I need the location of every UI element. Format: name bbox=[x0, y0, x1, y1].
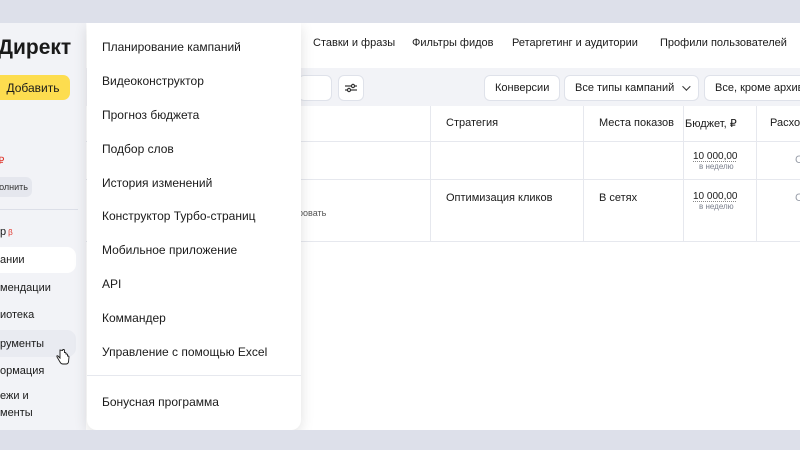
search-input[interactable] bbox=[298, 75, 332, 101]
conversions-filter[interactable]: Конверсии bbox=[484, 75, 561, 101]
filter-settings-button[interactable] bbox=[338, 75, 364, 101]
left-sidebar: Директ Добавить ₽ олнить рβ ании мендаци… bbox=[0, 23, 86, 430]
menu-item-campaign-planning[interactable]: Планирование кампаний bbox=[102, 40, 241, 54]
column-divider bbox=[756, 106, 757, 242]
sidebar-item-campaigns[interactable]: ании bbox=[0, 247, 76, 273]
budget-value: 10 000,00 bbox=[693, 151, 738, 162]
budget-cell[interactable]: 10 000,00 в неделю bbox=[693, 191, 738, 211]
column-spend[interactable]: Расхо bbox=[770, 117, 800, 129]
chip-label: Все типы кампаний bbox=[575, 82, 675, 94]
sidebar-item-payments-line2[interactable]: менты bbox=[0, 405, 76, 421]
column-strategy[interactable]: Стратегия bbox=[446, 117, 498, 129]
sidebar-item-label: иотека bbox=[0, 309, 35, 321]
sidebar-item-label: мендации bbox=[0, 282, 51, 294]
column-divider bbox=[430, 106, 431, 242]
spend-cell: С bbox=[795, 154, 800, 166]
chip-label: Конверсии bbox=[495, 82, 550, 94]
sidebar-item-library[interactable]: иотека bbox=[0, 304, 76, 326]
app-window: Директ Добавить ₽ олнить рβ ании мендаци… bbox=[0, 23, 800, 430]
menu-item-bonus-program[interactable]: Бонусная программа bbox=[102, 395, 219, 409]
menu-item-change-history[interactable]: История изменений bbox=[102, 176, 212, 190]
menu-item-mobile-app[interactable]: Мобильное приложение bbox=[102, 243, 237, 257]
menu-item-api[interactable]: API bbox=[102, 277, 121, 291]
logo: Директ bbox=[0, 36, 72, 59]
tab-retargeting[interactable]: Ретаргетинг и аудитории bbox=[512, 37, 638, 49]
sidebar-item-payments[interactable]: ежи и bbox=[0, 388, 76, 404]
column-divider bbox=[683, 106, 684, 242]
sidebar-item-recommendations[interactable]: мендации bbox=[0, 277, 76, 299]
sidebar-item-label: ании bbox=[0, 254, 25, 266]
menu-item-excel[interactable]: Управление с помощью Excel bbox=[102, 345, 267, 359]
menu-divider bbox=[87, 375, 301, 376]
tab-feed-filters[interactable]: Фильтры фидов bbox=[412, 37, 494, 49]
column-divider bbox=[583, 106, 584, 242]
row-action-link[interactable]: ровать bbox=[298, 208, 326, 218]
chip-label: Все, кроме архив bbox=[715, 82, 800, 94]
menu-item-commander[interactable]: Коммандер bbox=[102, 311, 166, 325]
menu-item-budget-forecast[interactable]: Прогноз бюджета bbox=[102, 108, 199, 122]
column-budget[interactable]: Бюджет, ₽ bbox=[685, 117, 737, 130]
budget-period: в неделю bbox=[699, 202, 734, 211]
sidebar-item-label: рументы bbox=[0, 337, 45, 350]
sidebar-item-label: ормация bbox=[0, 365, 45, 377]
budget-value: 10 000,00 bbox=[693, 191, 738, 202]
column-placements[interactable]: Места показов bbox=[599, 117, 674, 129]
sidebar-item-label: менты bbox=[0, 407, 33, 419]
tools-dropdown-menu: Планирование кампаний Видеоконструктор П… bbox=[87, 23, 301, 430]
top-up-button[interactable]: олнить bbox=[0, 177, 32, 197]
menu-item-turbo-pages[interactable]: Конструктор Турбо-страниц bbox=[102, 209, 256, 223]
filter-settings-icon bbox=[345, 83, 357, 93]
beta-badge: β bbox=[8, 227, 13, 237]
bottom-band bbox=[0, 430, 800, 450]
strategy-cell: Оптимизация кликов bbox=[446, 192, 553, 204]
chevron-down-icon bbox=[682, 82, 691, 91]
budget-cell[interactable]: 10 000,00 в неделю bbox=[693, 151, 738, 171]
sidebar-divider bbox=[0, 209, 78, 210]
promo-badge: ₽ bbox=[0, 156, 5, 167]
sidebar-item-label: р bbox=[0, 226, 7, 238]
campaign-type-select[interactable]: Все типы кампаний bbox=[564, 75, 700, 101]
spend-cell: С bbox=[795, 192, 800, 204]
budget-period: в неделю bbox=[699, 162, 734, 171]
archive-filter-select[interactable]: Все, кроме архив bbox=[704, 75, 800, 101]
sidebar-item-master[interactable]: рβ bbox=[0, 221, 76, 243]
tab-user-profiles[interactable]: Профили пользователей bbox=[660, 37, 787, 49]
tab-bids-phrases[interactable]: Ставки и фразы bbox=[313, 37, 395, 49]
placements-cell: В сетях bbox=[599, 192, 638, 204]
menu-item-keyword-selection[interactable]: Подбор слов bbox=[102, 142, 174, 156]
menu-item-video-builder[interactable]: Видеоконструктор bbox=[102, 74, 204, 88]
hand-cursor-icon bbox=[56, 349, 70, 365]
sidebar-item-label: ежи и bbox=[0, 390, 29, 402]
add-button[interactable]: Добавить bbox=[0, 75, 70, 100]
